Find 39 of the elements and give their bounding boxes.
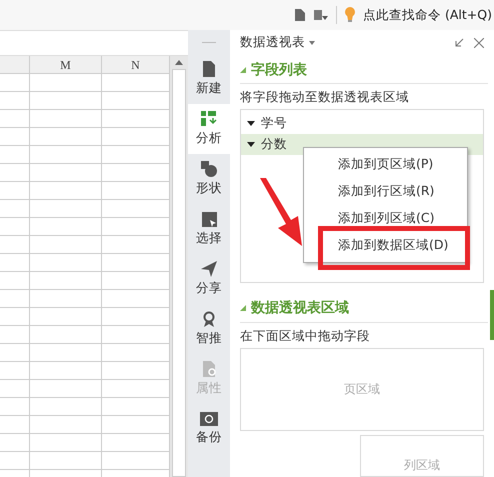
menu-item[interactable]: 添加到行区域(R) xyxy=(304,178,467,205)
column-header[interactable]: N xyxy=(102,56,170,74)
column-header[interactable]: M xyxy=(30,56,102,74)
sidebar-item[interactable]: 分享 xyxy=(188,254,230,304)
instruction-text: 将字段拖动至数据透视表区域 xyxy=(240,88,410,106)
backup-icon xyxy=(200,412,218,426)
sidebar-item[interactable]: 形状 xyxy=(188,154,230,204)
section-heading: 字段列表 xyxy=(251,60,307,79)
close-icon[interactable] xyxy=(474,38,484,48)
collapse-icon[interactable] xyxy=(455,38,464,48)
arrows-icon xyxy=(201,111,217,127)
sidebar-item[interactable]: 选择 xyxy=(188,204,230,254)
lightbulb-icon xyxy=(345,7,356,23)
section-heading: 数据透视表区域 xyxy=(251,299,349,318)
shapes-icon xyxy=(201,161,217,177)
arrow-annotation xyxy=(260,178,304,248)
paper-plane-icon xyxy=(201,261,217,277)
ribbon-icon xyxy=(203,311,215,327)
dropdown-icon[interactable] xyxy=(314,9,328,21)
menu-item[interactable]: 添加到数据区域(D) xyxy=(304,232,467,259)
document-icon[interactable] xyxy=(294,9,306,21)
field-item[interactable]: 学号 xyxy=(241,113,483,134)
sidebar-item[interactable]: 智推 xyxy=(188,304,230,354)
instruction-text: 在下面区域中拖动字段 xyxy=(240,327,371,346)
panel-title[interactable]: 数据透视表 xyxy=(240,34,305,52)
scrollbar[interactable] xyxy=(170,56,188,477)
document-icon xyxy=(202,61,216,77)
caret-icon[interactable] xyxy=(309,40,315,45)
sidebar-item[interactable]: 备份 xyxy=(188,404,230,454)
sidebar-item[interactable]: 新建 xyxy=(188,54,230,104)
select-icon xyxy=(202,212,216,226)
scrollbar[interactable] xyxy=(490,290,494,340)
expand-triangle-icon[interactable] xyxy=(247,121,255,126)
sidebar-item[interactable]: 分析 xyxy=(188,104,230,154)
command-search-link[interactable]: 点此查找命令 (Alt+Q) xyxy=(363,6,492,24)
document-icon xyxy=(202,361,216,377)
expand-triangle-icon[interactable] xyxy=(247,142,255,148)
menu-item[interactable]: 添加到列区域(C) xyxy=(304,205,467,232)
scroll-up-icon[interactable] xyxy=(175,60,183,65)
